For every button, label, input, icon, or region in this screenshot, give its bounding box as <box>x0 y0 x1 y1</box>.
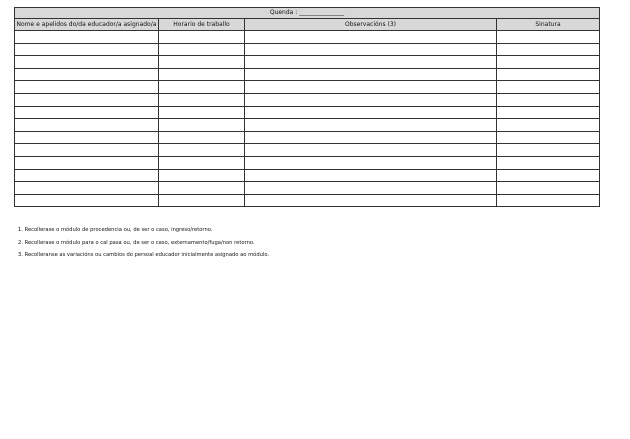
cell-observations[interactable] <box>244 30 497 44</box>
column-header-observations: Observacións (3) <box>244 18 497 31</box>
column-header-work-schedule: Horario de traballo <box>158 18 245 31</box>
cell-signature[interactable] <box>495 92 601 107</box>
cell-signature[interactable] <box>495 30 601 44</box>
cell-work-schedule[interactable] <box>158 105 245 120</box>
table-row <box>14 30 601 44</box>
cell-work-schedule[interactable] <box>158 155 245 170</box>
cell-work-schedule[interactable] <box>158 118 245 132</box>
table-row <box>14 130 601 145</box>
cell-observations[interactable] <box>244 55 497 69</box>
table-row <box>14 168 601 183</box>
cell-observations[interactable] <box>244 193 497 208</box>
table-row <box>14 155 601 170</box>
cell-signature[interactable] <box>495 118 601 132</box>
cell-educator-name[interactable] <box>14 118 159 132</box>
cell-work-schedule[interactable] <box>158 181 245 195</box>
cell-educator-name[interactable] <box>14 193 159 208</box>
table-row <box>14 55 601 69</box>
cell-educator-name[interactable] <box>14 181 159 195</box>
cell-signature[interactable] <box>495 42 601 57</box>
table-row <box>14 193 601 208</box>
cell-work-schedule[interactable] <box>158 30 245 44</box>
cell-work-schedule[interactable] <box>158 42 245 57</box>
cell-observations[interactable] <box>244 168 497 183</box>
column-header-row: Nome e apelidos do/da educador/a asignad… <box>14 18 601 31</box>
table-row <box>14 92 601 107</box>
cell-work-schedule[interactable] <box>158 193 245 208</box>
cell-educator-name[interactable] <box>14 80 159 94</box>
cell-educator-name[interactable] <box>14 92 159 107</box>
cell-educator-name[interactable] <box>14 67 159 82</box>
cell-work-schedule[interactable] <box>158 168 245 183</box>
table-row <box>14 80 601 94</box>
cell-signature[interactable] <box>495 168 601 183</box>
shift-register-sheet: Quenda : _______________ Nome e apelidos… <box>13 7 601 208</box>
cell-observations[interactable] <box>244 143 497 157</box>
cell-signature[interactable] <box>495 130 601 145</box>
cell-observations[interactable] <box>244 181 497 195</box>
shift-header-row: Quenda : _______________ <box>13 7 601 19</box>
cell-educator-name[interactable] <box>14 155 159 170</box>
table-row <box>14 105 601 120</box>
cell-signature[interactable] <box>495 55 601 69</box>
column-header-educator-name: Nome e apelidos do/da educador/a asignad… <box>14 18 159 31</box>
table-row <box>14 67 601 82</box>
cell-signature[interactable] <box>495 143 601 157</box>
cell-observations[interactable] <box>244 42 497 57</box>
cell-work-schedule[interactable] <box>158 80 245 94</box>
cell-observations[interactable] <box>244 118 497 132</box>
footnotes: 1. Recollerase o módulo de procedencia o… <box>18 224 578 262</box>
cell-educator-name[interactable] <box>14 130 159 145</box>
cell-work-schedule[interactable] <box>158 143 245 157</box>
cell-observations[interactable] <box>244 130 497 145</box>
cell-work-schedule[interactable] <box>158 55 245 69</box>
cell-signature[interactable] <box>495 193 601 208</box>
cell-educator-name[interactable] <box>14 55 159 69</box>
table-row <box>14 181 601 195</box>
cell-work-schedule[interactable] <box>158 130 245 145</box>
footnote-2: 2. Recollerase o módulo para o cal pasa … <box>18 239 255 246</box>
cell-observations[interactable] <box>244 80 497 94</box>
shift-register-table: Quenda : _______________ Nome e apelidos… <box>13 7 601 208</box>
table-row <box>14 143 601 157</box>
cell-signature[interactable] <box>495 155 601 170</box>
cell-signature[interactable] <box>495 67 601 82</box>
footnote-3: 3. Recolleranse as variacións ou cambios… <box>18 252 270 258</box>
cell-observations[interactable] <box>244 105 497 120</box>
cell-educator-name[interactable] <box>14 42 159 57</box>
table-row <box>14 42 601 57</box>
cell-observations[interactable] <box>244 92 497 107</box>
cell-educator-name[interactable] <box>14 30 159 44</box>
cell-educator-name[interactable] <box>14 105 159 120</box>
cell-observations[interactable] <box>244 155 497 170</box>
footnote-1: 1. Recollerase o módulo de procedencia o… <box>18 227 213 233</box>
cell-work-schedule[interactable] <box>158 92 245 107</box>
table-row <box>14 118 601 132</box>
cell-signature[interactable] <box>495 181 601 195</box>
cell-educator-name[interactable] <box>14 168 159 183</box>
cell-signature[interactable] <box>495 105 601 120</box>
shift-label: Quenda : _______________ <box>13 7 601 19</box>
cell-signature[interactable] <box>495 80 601 94</box>
column-header-signature: Sinatura <box>495 18 601 31</box>
cell-educator-name[interactable] <box>14 143 159 157</box>
cell-observations[interactable] <box>244 67 497 82</box>
cell-work-schedule[interactable] <box>158 67 245 82</box>
table-body <box>14 30 601 208</box>
